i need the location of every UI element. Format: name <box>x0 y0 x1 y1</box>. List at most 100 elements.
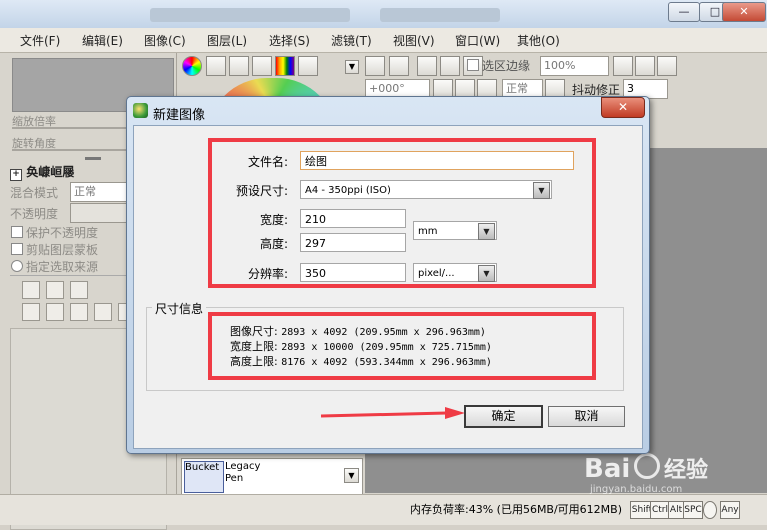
deselect-icon[interactable] <box>417 56 437 76</box>
watermark-brand: Bai <box>584 454 631 484</box>
zoom-in-icon[interactable] <box>635 56 655 76</box>
dialog-title: 新建图像 <box>153 108 206 123</box>
stabilizer-value: 3 <box>627 82 634 95</box>
clip-mask-label: 剪贴图层蒙板 <box>26 243 99 257</box>
opacity-label: 不透明度 <box>10 207 59 221</box>
menu-select[interactable]: 选择(S) <box>269 32 310 49</box>
invert-selection-icon[interactable] <box>440 56 460 76</box>
rotate-slider[interactable] <box>12 149 132 151</box>
cancel-button[interactable]: 取消 <box>548 406 625 427</box>
chevron-down-icon[interactable]: ▼ <box>478 223 495 240</box>
baidu-watermark: Bai 经验 jingyan.baidu.com <box>584 452 708 495</box>
menu-file[interactable]: 文件(F) <box>20 32 60 49</box>
new-layer-icon[interactable] <box>22 281 40 299</box>
info-value: 8176 x 4092 (593.344mm x 296.963mm) <box>281 357 492 368</box>
menu-filter[interactable]: 滤镜(T) <box>331 32 372 49</box>
menu-window[interactable]: 窗口(W) <box>455 32 500 49</box>
zoom-reset-icon[interactable] <box>657 56 677 76</box>
app-icon <box>133 103 148 118</box>
arrow-annotation-icon <box>320 407 465 419</box>
brush-bucket[interactable]: Bucket <box>184 461 224 493</box>
info-value: 2893 x 4092 (209.95mm x 296.963mm) <box>281 327 486 338</box>
clear-layer-icon[interactable] <box>70 303 88 321</box>
window-title-bar: — □ ✕ <box>0 0 767 29</box>
resolution-unit-select[interactable]: pixel/... ▼ <box>413 263 497 282</box>
scratchpad-tab-icon[interactable] <box>298 56 318 76</box>
minimize-button[interactable]: — <box>668 2 700 22</box>
new-folder-icon[interactable] <box>70 281 88 299</box>
plus-icon[interactable]: + <box>10 169 22 181</box>
brush-legacy-pen[interactable]: Legacy Pen <box>225 461 260 485</box>
protect-opacity-checkbox[interactable] <box>11 226 23 238</box>
zoom-slider[interactable] <box>12 127 132 129</box>
color-wheel-tab-icon[interactable] <box>182 56 202 76</box>
brush-bucket-label: Bucket <box>185 462 220 473</box>
preset-select[interactable]: A4 - 350ppi (ISO) ▼ <box>300 180 552 199</box>
resolution-label: 分辨率: <box>247 267 288 281</box>
select-source-option[interactable]: 指定选取来源 <box>11 258 98 275</box>
select-source-radio[interactable] <box>11 260 23 272</box>
brush-scroll-down-icon[interactable]: ▼ <box>344 468 359 483</box>
chevron-down-icon[interactable]: ▼ <box>478 265 495 282</box>
protect-opacity-label: 保护不透明度 <box>26 226 99 240</box>
ok-button[interactable]: 确定 <box>464 405 543 428</box>
select-edge-option[interactable]: 选区边缘 <box>465 57 530 74</box>
dialog-close-button[interactable]: ✕ <box>601 97 645 118</box>
space-key-indicator[interactable]: SPC <box>683 501 703 519</box>
menu-other[interactable]: 其他(O) <box>517 32 560 49</box>
preset-label: 预设尺寸: <box>235 184 288 198</box>
info-label: 图像尺寸: <box>230 325 278 338</box>
undo-icon[interactable] <box>365 56 385 76</box>
chevron-down-icon[interactable]: ▼ <box>345 60 359 74</box>
clip-mask-option[interactable]: 剪贴图层蒙板 <box>11 241 98 258</box>
rotate-cursor-icon[interactable] <box>703 501 717 519</box>
layer-panel-header: + 奂嵻峘屦 <box>10 163 74 181</box>
menu-edit[interactable]: 编辑(E) <box>82 32 123 49</box>
chevron-down-icon[interactable]: ▼ <box>533 182 550 199</box>
width-input[interactable]: 210 <box>300 209 406 228</box>
zoom-out-icon[interactable] <box>613 56 633 76</box>
watermark-url: jingyan.baidu.com <box>590 484 683 495</box>
merge-down-icon[interactable] <box>22 303 40 321</box>
select-source-label: 指定选取来源 <box>26 260 99 274</box>
hsv-slider-tab-icon[interactable] <box>229 56 249 76</box>
unit-select[interactable]: mm ▼ <box>413 221 497 240</box>
new-vector-layer-icon[interactable] <box>46 281 64 299</box>
alt-key-indicator[interactable]: Alt <box>668 501 684 519</box>
menu-layer[interactable]: 图层(L) <box>207 32 247 49</box>
width-label: 宽度: <box>259 213 288 227</box>
panel-splitter[interactable] <box>85 157 101 160</box>
swatch-tab-icon[interactable] <box>252 56 272 76</box>
filename-input[interactable]: 绘图 <box>300 151 574 170</box>
copy-layer-icon[interactable] <box>46 303 64 321</box>
protect-opacity-option[interactable]: 保护不透明度 <box>11 224 98 241</box>
info-row: 高度上限: 8176 x 4092 (593.344mm x 296.963mm… <box>230 353 492 369</box>
close-window-button[interactable]: ✕ <box>722 2 766 22</box>
blend-mode-label: 混合模式 <box>10 186 59 200</box>
status-bar: 内存负荷率:43% (已用56MB/可用612MB) Shift Ctrl Al… <box>0 494 767 525</box>
brush-legacy-label: Legacy <box>225 461 261 472</box>
clip-mask-checkbox[interactable] <box>11 243 23 255</box>
resolution-input[interactable]: 350 <box>300 263 406 282</box>
menu-image[interactable]: 图像(C) <box>144 32 186 49</box>
resolution-value: 350 <box>305 267 326 280</box>
height-label: 高度: <box>259 237 288 251</box>
height-value: 297 <box>305 237 326 250</box>
any-key-indicator[interactable]: Any <box>720 501 740 519</box>
palette-tab-icon[interactable] <box>275 56 295 76</box>
paw-icon <box>634 453 661 479</box>
preset-value: A4 - 350ppi (ISO) <box>305 185 391 196</box>
height-input[interactable]: 297 <box>300 233 406 252</box>
rgb-slider-tab-icon[interactable] <box>206 56 226 76</box>
trash-icon[interactable] <box>94 303 112 321</box>
ctrl-key-indicator[interactable]: Ctrl <box>650 501 670 519</box>
redo-icon[interactable] <box>389 56 409 76</box>
watermark-brand-2: 经验 <box>663 458 708 483</box>
select-edge-checkbox[interactable] <box>467 59 479 71</box>
filename-value: 绘图 <box>305 155 327 168</box>
blend-mode-toolbar-value: 正常 <box>506 82 528 95</box>
menu-view[interactable]: 视图(V) <box>393 32 435 49</box>
menu-bar: 文件(F) 编辑(E) 图像(C) 图层(L) 选择(S) 滤镜(T) 视图(V… <box>0 28 767 53</box>
zoom-select[interactable]: 100% <box>540 56 609 76</box>
angle-value: +000° <box>369 82 405 95</box>
